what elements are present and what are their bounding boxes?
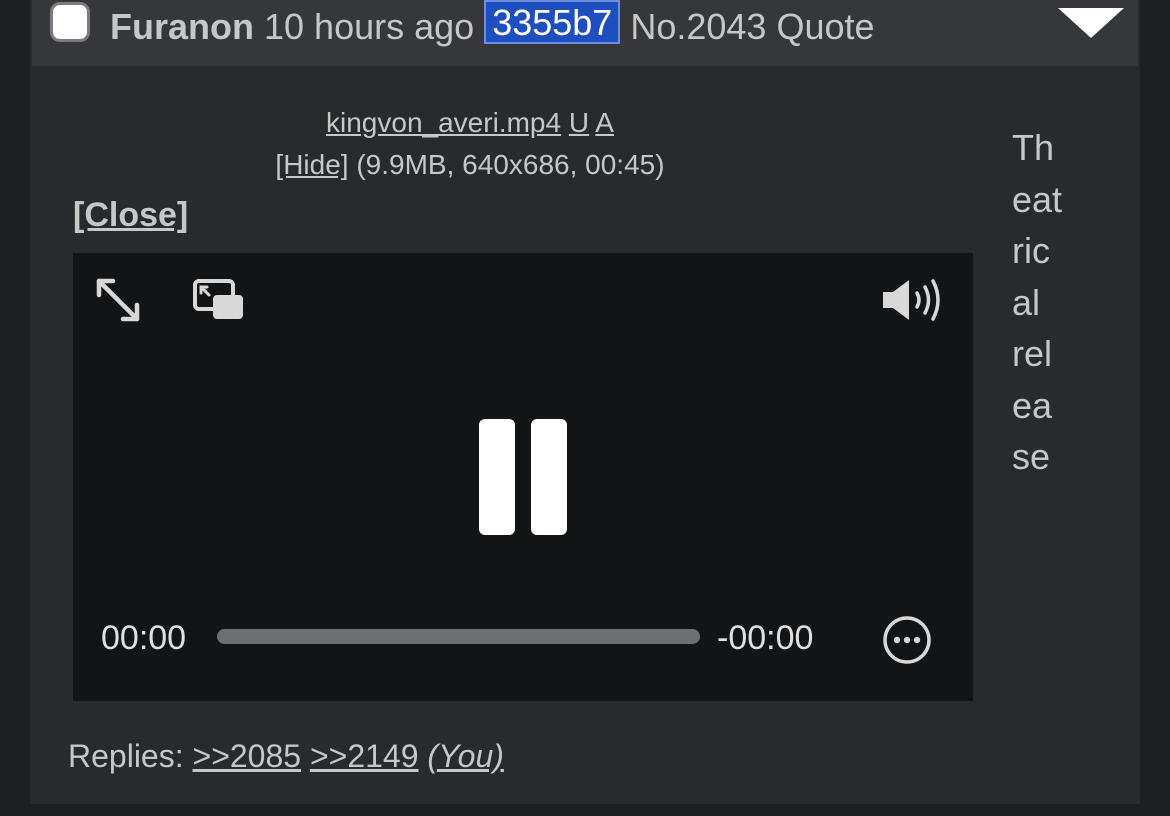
remaining-time: -00:00 xyxy=(717,619,814,657)
post-time: 10 hours ago xyxy=(264,6,475,47)
you-marker: (You) xyxy=(427,738,504,774)
post-select-checkbox[interactable] xyxy=(50,2,90,42)
file-info: kingvon_averi.mp4 U A [Hide] (9.9MB, 640… xyxy=(90,102,850,186)
video-player[interactable]: 00:00 -00:00 xyxy=(73,253,973,701)
comment-line: se xyxy=(1012,436,1051,477)
close-video-link[interactable]: [Close] xyxy=(73,196,188,235)
reply-link[interactable]: >>2085 xyxy=(193,738,302,774)
picture-in-picture-icon[interactable] xyxy=(193,279,245,321)
more-options-icon[interactable] xyxy=(881,614,933,666)
poster-id-badge[interactable]: 3355b7 xyxy=(484,0,621,44)
hide-file-link[interactable]: [Hide] xyxy=(275,149,348,180)
poster-name: Furanon xyxy=(110,6,254,47)
volume-icon[interactable] xyxy=(881,277,951,323)
post-header-info: Furanon 10 hours ago 3355b7 No.2043 Quot… xyxy=(110,0,875,52)
reply-link[interactable]: >>2149 xyxy=(310,738,419,774)
comment-line: ric xyxy=(1012,230,1050,271)
post-menu-arrow-icon[interactable] xyxy=(1058,8,1124,38)
comment-line: eat xyxy=(1012,178,1063,220)
comment-line: Th xyxy=(1012,127,1055,168)
file-name-link[interactable]: kingvon_averi.mp4 xyxy=(326,107,561,138)
file-a-link[interactable]: A xyxy=(595,107,614,138)
replies-label: Replies: xyxy=(68,738,184,774)
fullscreen-expand-icon[interactable] xyxy=(93,275,145,327)
comment-line: ea xyxy=(1012,384,1053,426)
post-comment: Th eat ric al rel ea se xyxy=(1012,122,1092,483)
post-container: Furanon 10 hours ago 3355b7 No.2043 Quot… xyxy=(30,0,1140,804)
post-number-link[interactable]: No.2043 xyxy=(630,6,766,47)
current-time: 00:00 xyxy=(101,619,187,657)
replies-section: Replies: >>2085 >>2149 (You) xyxy=(68,738,504,775)
file-upload-link[interactable]: U xyxy=(569,107,589,138)
progress-bar[interactable] xyxy=(217,629,700,644)
pause-icon[interactable] xyxy=(477,417,569,537)
comment-line: al xyxy=(1012,281,1041,323)
file-metadata: (9.9MB, 640x686, 00:45) xyxy=(356,149,665,180)
post-header: Furanon 10 hours ago 3355b7 No.2043 Quot… xyxy=(32,0,1138,66)
comment-line: rel xyxy=(1012,333,1053,374)
quote-link[interactable]: Quote xyxy=(776,6,874,47)
